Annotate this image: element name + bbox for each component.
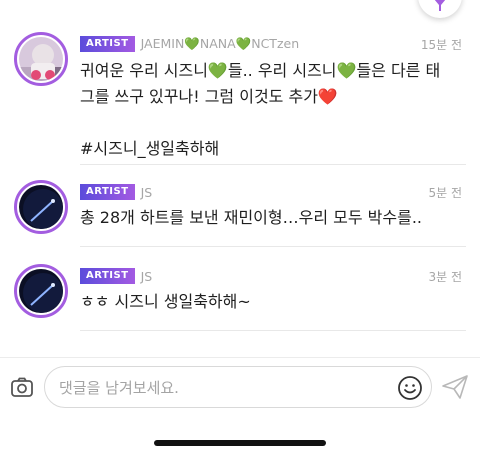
night-sky-avatar [19,185,63,229]
home-indicator [154,440,326,446]
comment-line: 총 28개 하트를 보낸 재민이형…우리 모두 박수를.. [80,208,423,227]
smiley-icon[interactable] [397,375,423,401]
divider [80,330,466,331]
comment-meta: ARTIST JAEMIN💚NANA💚NCTzen [80,35,299,53]
send-icon[interactable] [440,373,470,401]
hashtag[interactable]: #시즈니_생일축하해 [80,136,465,162]
avatar[interactable] [14,264,68,318]
divider [80,246,466,247]
avatar[interactable] [14,180,68,234]
author-name[interactable]: JS [141,269,153,284]
avatar[interactable] [14,32,68,86]
comment-line: 귀여운 우리 시즈니💚들.. 우리 시즈니💚들은 다른 태 [80,61,441,80]
comment-meta: ARTIST JS [80,183,152,201]
comment-text: ㅎㅎ 시즈니 생일축하해~ [80,289,465,315]
jaemin-photo-avatar [19,37,63,81]
timestamp: 5분 전 [428,186,462,200]
comment-input-box[interactable] [44,366,432,408]
comment-line [80,110,465,136]
comment-text: 귀여운 우리 시즈니💚들.. 우리 시즈니💚들은 다른 태 그를 쓰구 있꾸나!… [80,58,465,162]
night-sky-avatar [19,269,63,313]
comment-input[interactable] [59,377,389,399]
comment-text: 총 28개 하트를 보낸 재민이형…우리 모두 박수를.. [80,205,465,231]
top-action-button[interactable] [418,0,462,18]
artist-badge: ARTIST [80,268,135,284]
purple-funnel-icon [434,0,446,11]
timestamp: 15분 전 [420,38,462,52]
artist-badge: ARTIST [80,36,135,52]
timestamp: 3분 전 [428,270,462,284]
comment-line: 그를 쓰구 있꾸나! 그럼 이것도 추가❤️ [80,87,338,106]
artist-badge: ARTIST [80,184,135,200]
comment-meta: ARTIST JS [80,267,152,285]
comment-composer [0,357,480,417]
author-name[interactable]: JAEMIN💚NANA💚NCTzen [141,36,300,52]
camera-icon[interactable] [10,375,34,399]
author-name[interactable]: JS [141,185,153,200]
comment-line: ㅎㅎ 시즈니 생일축하해~ [80,292,251,311]
divider [80,164,466,165]
